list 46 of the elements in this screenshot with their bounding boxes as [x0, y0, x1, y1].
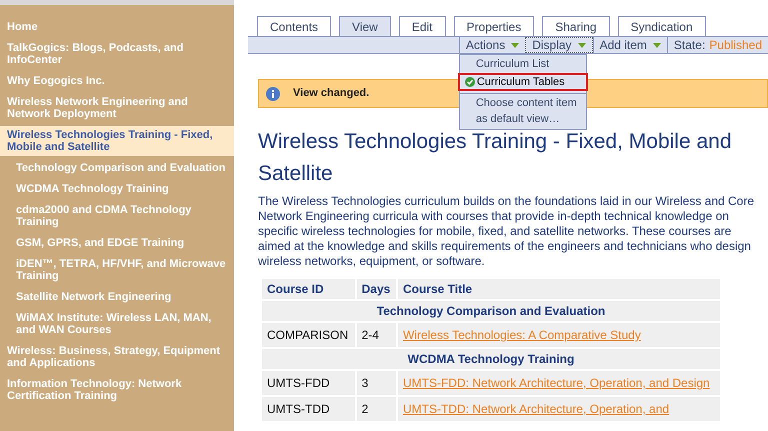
caret-icon — [578, 42, 586, 48]
tab[interactable]: Contents — [257, 16, 332, 36]
sidebar-item[interactable]: Satellite Network Engineering — [0, 288, 234, 306]
menu-button[interactable]: Display — [525, 37, 593, 53]
page-title: Wireless Technologies Training - Fixed, Mobile and Satellite — [258, 129, 733, 187]
tab[interactable]: View — [339, 16, 391, 36]
state-label: State: — [674, 37, 706, 54]
sidebar-item[interactable]: Wireless: Business, Strategy, Equipment and Applications — [0, 342, 234, 372]
sidebar-item[interactable]: WCDMA Technology Training — [0, 180, 234, 198]
tab[interactable]: Syndication — [618, 16, 706, 36]
table-cell: 3 — [356, 371, 396, 395]
sidebar-item[interactable]: Wireless Technologies Training - Fixed, Mobile and Satellite — [0, 126, 234, 156]
sidebar-item[interactable]: WiMAX Institute: Wireless LAN, MAN, and WAN Courses — [0, 309, 234, 339]
sidebar-item[interactable]: Home — [0, 18, 234, 36]
sidebar-item[interactable]: cdma2000 and CDMA Technology Training — [0, 201, 234, 231]
sidebar-item[interactable]: TalkGogics: Blogs, Podcasts, and InfoCenter — [0, 39, 234, 69]
sidebar-item[interactable]: Wireless Network Engineering and Network Deployment — [0, 93, 234, 123]
sidebar-item[interactable]: iDEN™, TETRA, HF/VHF, and Microwave Training — [0, 255, 234, 285]
description: The Wireless Technologies curriculum builds on the foundations laid in our Wireless and Core Network Engineering curricula with courses that provide in-depth technical knowledge on specific wireless technologies for mobile, fixed, and satellite networks. These courses are aimed at the knowledge and skills requirements of the engineers and technicians who design wireless networks, equipment, or software. — [258, 194, 756, 269]
section-header: Technology Comparison and Evaluation — [262, 301, 720, 321]
table-cell: UMTS-FDD — [262, 371, 355, 395]
table-cell: 2 — [356, 397, 396, 421]
column-header: Days — [356, 279, 396, 299]
section-header: WCDMA Technology Training — [262, 349, 720, 369]
sidebar-item[interactable]: GSM, GPRS, and EDGE Training — [0, 234, 234, 252]
menu-button[interactable]: Add item — [592, 37, 667, 53]
tab[interactable]: Properties — [454, 16, 534, 36]
check-icon — [464, 77, 475, 87]
menu-item[interactable]: Curriculum Tables — [458, 73, 588, 91]
message-text: View changed. — [293, 86, 370, 102]
menu-item[interactable]: Curriculum List — [460, 55, 586, 73]
tab[interactable]: Sharing — [542, 16, 610, 36]
column-header: Course ID — [262, 279, 355, 299]
info-icon — [266, 86, 280, 100]
caret-icon — [511, 42, 520, 48]
tab[interactable]: Edit — [398, 16, 446, 36]
table-cell: 2-4 — [356, 323, 396, 347]
state-value[interactable]: Published — [709, 36, 762, 54]
sidebar-item[interactable]: Technology Comparison and Evaluation — [0, 159, 234, 177]
sidebar-item[interactable]: Why Eogogics Inc. — [0, 72, 234, 90]
menu-item[interactable]: Choose content item as default view… — [460, 95, 586, 127]
table-cell: UMTS-TDD — [262, 397, 355, 421]
caret-icon — [652, 42, 661, 48]
table-cell: COMPARISON — [262, 323, 355, 347]
column-header: Course Title — [398, 279, 720, 299]
sidebar-item[interactable]: Information Technology: Network Certification Training — [0, 375, 234, 405]
